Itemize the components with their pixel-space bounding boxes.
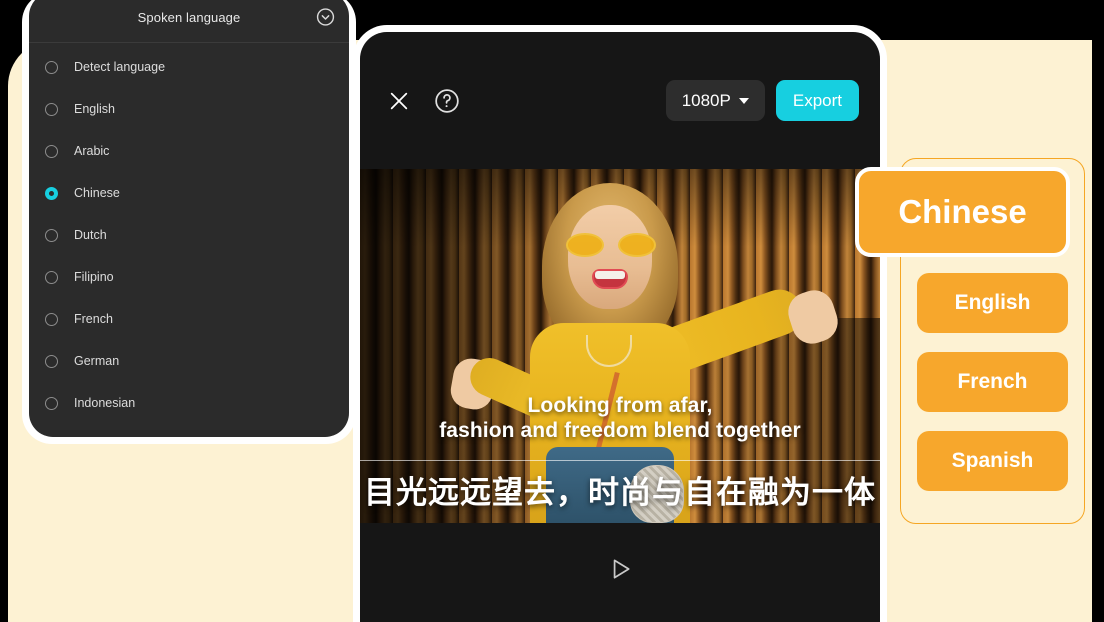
sidebar-item-label: English xyxy=(74,102,115,116)
radio-icon[interactable] xyxy=(45,312,58,326)
sidebar-item-arabic[interactable]: Arabic xyxy=(29,130,349,172)
video-editor-panel: 1080P Export Looking from afar, fashion … xyxy=(360,32,880,622)
play-triangle-icon[interactable] xyxy=(607,556,633,582)
radio-icon[interactable] xyxy=(45,354,58,368)
subtitle-divider xyxy=(360,460,880,461)
sidebar-item-chinese[interactable]: Chinese xyxy=(29,172,349,214)
page-title: Spoken language xyxy=(137,9,241,25)
sidebar-item-dutch[interactable]: Dutch xyxy=(29,214,349,256)
resolution-select[interactable]: 1080P xyxy=(665,80,765,121)
sidebar-item-english[interactable]: English xyxy=(29,88,349,130)
language-chip-english[interactable]: English xyxy=(917,273,1068,333)
video-player-controls xyxy=(360,523,880,622)
sidebar-item-german[interactable]: German xyxy=(29,340,349,382)
video-toolbar: 1080P Export xyxy=(360,32,880,169)
radio-icon[interactable] xyxy=(45,396,58,410)
language-chip-chinese-selected[interactable]: Chinese xyxy=(855,167,1070,257)
subtitle-source-line-2: fashion and freedom blend together xyxy=(439,419,801,442)
chevron-down-circle-icon[interactable] xyxy=(316,8,335,27)
sidebar-item-label: Dutch xyxy=(74,228,107,242)
radio-icon-selected[interactable] xyxy=(45,186,58,200)
sidebar-item-french[interactable]: French xyxy=(29,298,349,340)
resolution-value: 1080P xyxy=(681,90,731,110)
language-chip-spanish[interactable]: Spanish xyxy=(917,431,1068,491)
video-preview[interactable]: Looking from afar, fashion and freedom b… xyxy=(360,169,880,523)
language-chip-french[interactable]: French xyxy=(917,352,1068,412)
radio-icon[interactable] xyxy=(45,144,58,158)
language-list: Detect language English Arabic Chinese D… xyxy=(29,43,349,437)
sunglasses-icon xyxy=(566,233,656,257)
subtitle-translated: 目光远远望去，时尚与自在融为一体 xyxy=(364,475,876,510)
sidebar-item-label: Indonesian xyxy=(74,396,136,410)
sidebar-item-detect-language[interactable]: Detect language xyxy=(29,46,349,88)
sidebar-item-label: Chinese xyxy=(74,186,120,200)
spoken-language-panel: Spoken language Detect language English … xyxy=(29,0,349,437)
subtitle-source-line-1: Looking from afar, xyxy=(527,394,713,417)
sidebar-item-indonesian[interactable]: Indonesian xyxy=(29,382,349,424)
close-icon[interactable] xyxy=(388,90,410,112)
sidebar-item-label: Arabic xyxy=(74,144,110,158)
radio-icon[interactable] xyxy=(45,60,58,74)
chevron-down-icon xyxy=(738,97,749,104)
sidebar-item-label: German xyxy=(74,354,120,368)
sidebar-item-label: Detect language xyxy=(74,60,166,74)
sidebar-item-label: French xyxy=(74,312,113,326)
sidebar-item-filipino[interactable]: Filipino xyxy=(29,256,349,298)
question-circle-icon[interactable] xyxy=(434,88,460,114)
radio-icon[interactable] xyxy=(45,102,58,116)
subject-teeth xyxy=(595,271,625,279)
subject-face xyxy=(568,205,652,309)
app-root: Spoken language Detect language English … xyxy=(0,0,1104,622)
spoken-language-header: Spoken language xyxy=(29,0,349,43)
export-button[interactable]: Export xyxy=(775,80,859,121)
radio-icon[interactable] xyxy=(45,270,58,284)
radio-icon[interactable] xyxy=(45,228,58,242)
subtitle-source: Looking from afar, fashion and freedom b… xyxy=(360,393,880,443)
sidebar-item-label: Filipino xyxy=(74,270,114,284)
